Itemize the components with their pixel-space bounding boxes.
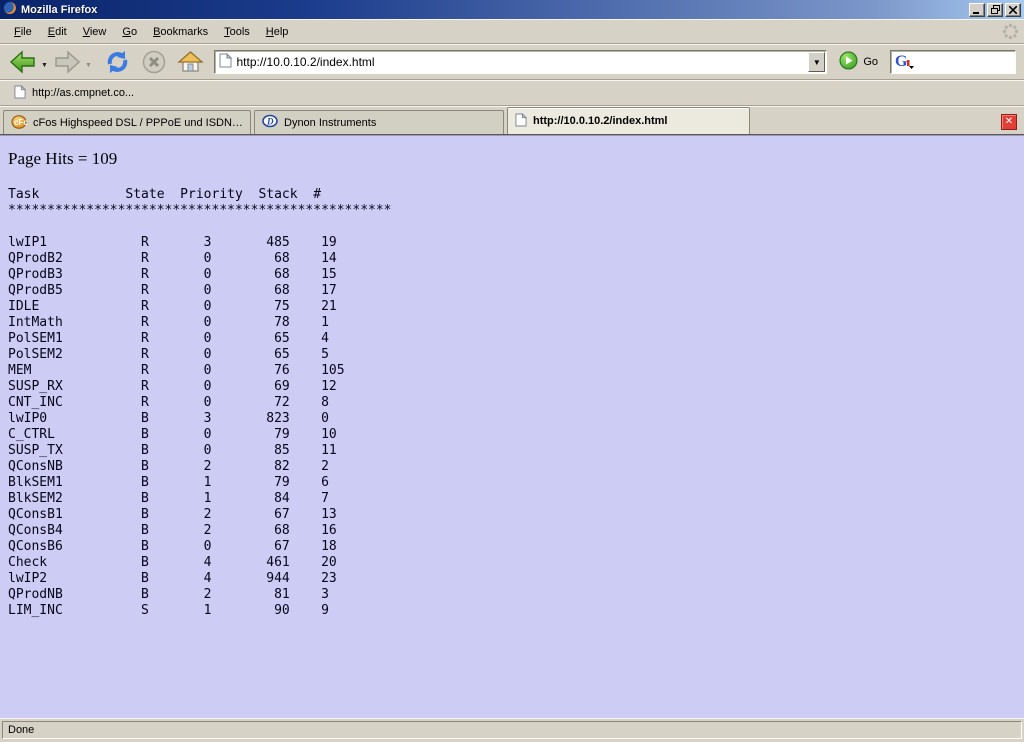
menu-help[interactable]: Help [258, 22, 297, 42]
page-content: Page Hits = 109 Task State Priority Stac… [0, 135, 1024, 718]
menubar-items: FileEditViewGoBookmarksToolsHelp [6, 22, 296, 42]
cfos-icon: cFos [11, 114, 27, 132]
bookmark-label: http://as.cmpnet.co... [32, 87, 134, 99]
page-icon [515, 113, 527, 130]
menu-file[interactable]: File [6, 22, 40, 42]
menu-bookmarks[interactable]: Bookmarks [145, 22, 216, 42]
forward-icon [52, 49, 82, 75]
page-icon [14, 85, 26, 102]
dynon-icon: D [262, 114, 278, 131]
svg-text:D: D [266, 117, 274, 127]
browser-window: Mozilla Firefox FileEditViewGoBookmarksT… [0, 0, 1024, 742]
firefox-logo-icon [3, 1, 17, 18]
menu-edit[interactable]: Edit [40, 22, 75, 42]
go-icon [839, 51, 858, 70]
status-text: Done [2, 721, 1022, 739]
page-icon [219, 53, 232, 71]
search-input[interactable] [918, 53, 1015, 71]
reload-button[interactable] [104, 49, 131, 75]
search-box[interactable]: G [890, 50, 1016, 74]
close-tab-button[interactable]: ✕ [1001, 114, 1017, 130]
status-bar: Done [0, 718, 1024, 742]
forward-dropdown[interactable]: ▼ [85, 62, 92, 69]
throbber-icon [1002, 23, 1019, 40]
home-icon [177, 49, 204, 75]
back-icon [8, 49, 38, 75]
close-window-button[interactable] [1005, 3, 1021, 17]
restore-button[interactable] [987, 3, 1003, 17]
google-logo-icon[interactable]: G [894, 52, 914, 73]
go-button[interactable] [839, 51, 858, 73]
menubar: FileEditViewGoBookmarksToolsHelp [0, 19, 1024, 44]
url-input[interactable] [237, 53, 809, 71]
svg-text:cFos: cFos [14, 118, 27, 127]
forward-button[interactable] [52, 49, 82, 75]
url-dropdown-button[interactable]: ▼ [808, 52, 825, 72]
window-title: Mozilla Firefox [21, 4, 967, 16]
back-button[interactable] [8, 49, 38, 75]
titlebar: Mozilla Firefox [0, 0, 1024, 19]
menu-view[interactable]: View [75, 22, 115, 42]
stop-icon [141, 49, 167, 75]
minimize-button[interactable] [969, 3, 985, 17]
page-hits-text: Page Hits = 109 [8, 149, 1024, 169]
bookmark-item[interactable]: http://as.cmpnet.co... [8, 83, 140, 104]
tab-bar: cFos cFos Highspeed DSL / PPPoE und ISDN… [0, 106, 1024, 135]
go-label[interactable]: Go [863, 56, 878, 68]
tab-label: cFos Highspeed DSL / PPPoE und ISDN CAP.… [33, 117, 243, 129]
tab-dynon[interactable]: D Dynon Instruments [254, 110, 504, 134]
navigation-toolbar: ▼ ▼ [0, 44, 1024, 80]
menu-go[interactable]: Go [114, 22, 145, 42]
svg-text:G: G [895, 53, 908, 70]
task-table: Task State Priority Stack # ************… [8, 187, 1024, 619]
reload-icon [104, 49, 131, 75]
back-dropdown[interactable]: ▼ [41, 62, 48, 69]
tab-index-html[interactable]: http://10.0.10.2/index.html [507, 107, 750, 134]
stop-button[interactable] [141, 49, 167, 75]
tab-label: http://10.0.10.2/index.html [533, 115, 667, 127]
tab-label: Dynon Instruments [284, 117, 376, 129]
tab-cfos[interactable]: cFos cFos Highspeed DSL / PPPoE und ISDN… [3, 110, 251, 134]
url-bar[interactable]: ▼ [214, 50, 828, 74]
bookmarks-toolbar: http://as.cmpnet.co... [0, 80, 1024, 106]
home-button[interactable] [177, 49, 204, 75]
menu-tools[interactable]: Tools [216, 22, 258, 42]
